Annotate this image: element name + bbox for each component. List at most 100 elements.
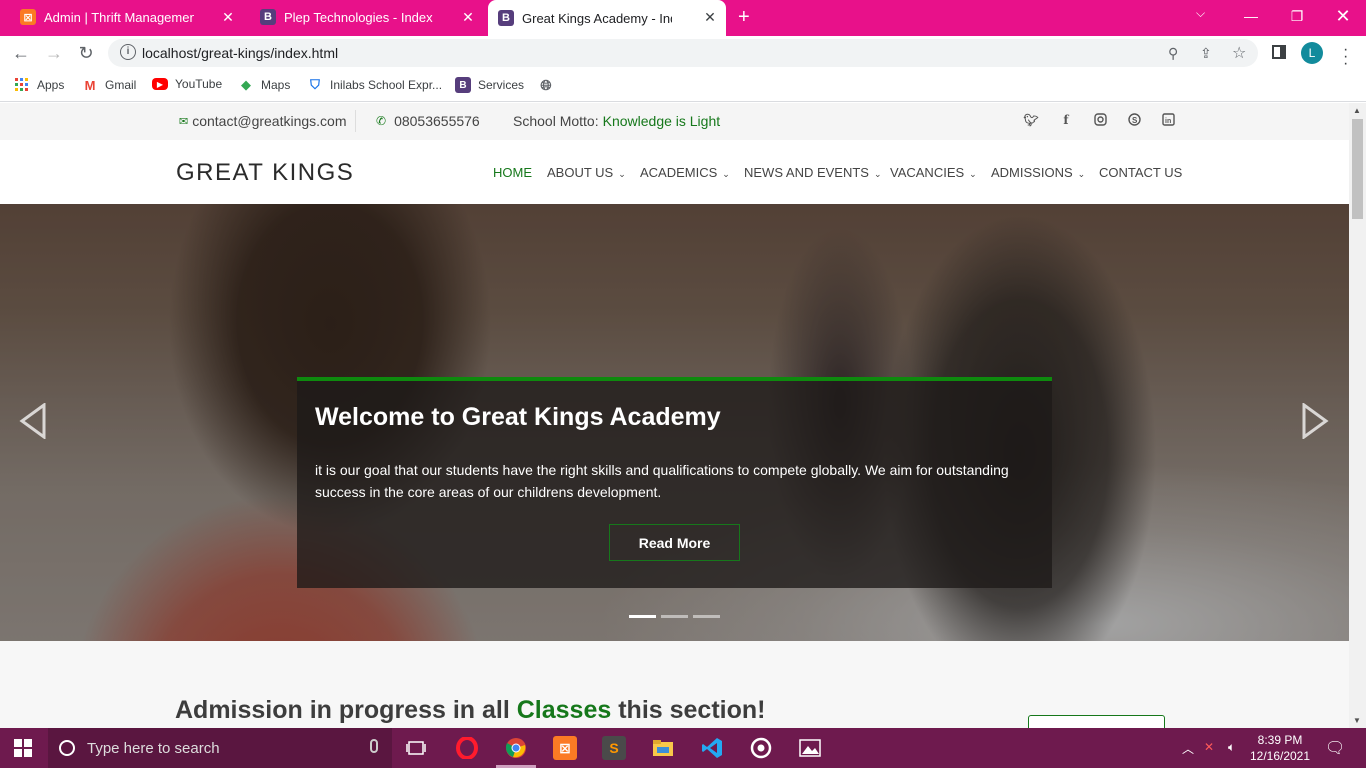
notifications-icon[interactable]: 🗨︎ xyxy=(1325,738,1345,758)
admission-text-highlight: Classes xyxy=(516,696,612,724)
nav-academics[interactable]: ACADEMICS ⌄ xyxy=(640,165,730,180)
nav-label: VACANCIES xyxy=(890,165,965,180)
window-controls: — ❐ ✕ xyxy=(1228,0,1366,32)
photos-icon[interactable] xyxy=(798,736,822,760)
restore-icon[interactable]: ❐ xyxy=(1274,0,1320,32)
opera-icon[interactable] xyxy=(455,736,479,760)
kebab-menu-icon[interactable]: · · · xyxy=(1343,42,1348,72)
carousel-indicator[interactable] xyxy=(693,615,720,618)
bookmark-label: YouTube xyxy=(175,77,223,91)
taskbar-search[interactable]: Type here to search xyxy=(48,728,392,768)
nav-home[interactable]: HOME xyxy=(493,165,532,180)
xampp-icon[interactable]: ⊠ xyxy=(553,736,577,760)
bookmark-youtube[interactable]: ▶ YouTube xyxy=(152,77,222,91)
maps-icon: ◆ xyxy=(241,77,251,92)
microphone-icon[interactable] xyxy=(370,739,378,753)
site-logo[interactable]: GREAT KINGS xyxy=(176,159,354,187)
bookmark-apps[interactable]: Apps xyxy=(14,77,64,93)
nav-label: ABOUT US xyxy=(547,165,614,180)
site-info-icon[interactable]: i xyxy=(120,44,136,60)
forward-arrow-icon[interactable]: → xyxy=(43,42,65,64)
network-disconnected-icon[interactable]: ✕ xyxy=(1204,740,1214,754)
bookmark-star-icon[interactable]: ☆ xyxy=(1232,43,1246,63)
new-tab-button[interactable]: + xyxy=(738,6,750,29)
bookmark-label: Services xyxy=(478,78,525,92)
close-icon[interactable]: ✕ xyxy=(460,9,476,26)
bookmark-label: Inilabs School Expr... xyxy=(330,78,443,92)
admission-heading: Admission in progress in all Classes thi… xyxy=(175,696,765,725)
bookmark-maps[interactable]: ◆ Maps xyxy=(238,77,290,93)
linkedin-icon[interactable]: in xyxy=(1160,113,1176,129)
carousel-next-icon[interactable] xyxy=(1300,403,1330,439)
instagram-icon[interactable] xyxy=(1092,113,1108,129)
chevron-down-icon: ⌄ xyxy=(873,169,882,179)
bookmark-inilabs[interactable]: ⛉ Inilabs School Expr... xyxy=(307,77,442,93)
bookmark-label: Apps xyxy=(37,78,65,92)
top-info-bar: ✉ contact@greatkings.com ✆ 08053655576 S… xyxy=(0,103,1349,140)
close-window-icon[interactable]: ✕ xyxy=(1320,0,1366,32)
nav-admissions[interactable]: ADMISSIONS ⌄ xyxy=(991,165,1085,180)
contact-phone[interactable]: ✆ 08053655576 xyxy=(376,113,480,129)
bookmark-services[interactable]: B Services xyxy=(455,77,524,93)
taskbar-clock[interactable]: 8:39 PM 12/16/2021 xyxy=(1248,732,1312,764)
bookmark-globe[interactable]: 🌐︎ xyxy=(538,77,561,93)
tab-great-kings[interactable]: B Great Kings Academy - Index ✕ xyxy=(488,0,726,36)
app-circle-icon[interactable] xyxy=(749,736,773,760)
main-navigation: GREAT KINGS HOME ABOUT US ⌄ ACADEMICS ⌄ NE… xyxy=(0,140,1349,204)
chevron-down-icon: ⌄ xyxy=(618,169,626,179)
carousel-prev-icon[interactable] xyxy=(18,403,48,439)
tab-plep-technologies[interactable]: B Plep Technologies - Index ✕ xyxy=(248,0,484,34)
side-panel-icon[interactable] xyxy=(1272,45,1286,59)
scrollbar-thumb[interactable] xyxy=(1352,119,1363,219)
facebook-icon[interactable]: f xyxy=(1058,113,1074,127)
contact-email[interactable]: ✉ contact@greatkings.com xyxy=(179,113,347,129)
sublime-text-icon[interactable]: S xyxy=(602,736,626,760)
scroll-down-icon[interactable]: ▼ xyxy=(1353,716,1361,725)
shield-icon: ⛉ xyxy=(310,77,320,92)
bootstrap-icon: B xyxy=(260,9,276,25)
file-explorer-icon[interactable] xyxy=(651,736,675,760)
tab-title: Great Kings Academy - Index xyxy=(522,10,672,26)
bootstrap-icon: B xyxy=(455,77,471,93)
skype-icon[interactable]: S xyxy=(1126,113,1142,129)
read-more-button[interactable]: Read More xyxy=(609,524,740,561)
admission-button[interactable] xyxy=(1028,715,1165,728)
close-icon[interactable]: ✕ xyxy=(702,9,718,26)
tab-search-chevron-icon[interactable]: ⌵ xyxy=(1196,6,1205,21)
profile-avatar[interactable]: L xyxy=(1301,42,1323,64)
nav-label: ADMISSIONS xyxy=(991,165,1073,180)
search-placeholder: Type here to search xyxy=(87,739,220,757)
nav-about-us[interactable]: ABOUT US ⌄ xyxy=(547,165,626,180)
address-toolbar: ← → ↻ i localhost/great-kings/index.html… xyxy=(0,36,1366,72)
bookmark-gmail[interactable]: M Gmail xyxy=(82,77,137,93)
nav-vacancies[interactable]: VACANCIES ⌄ xyxy=(890,165,977,180)
url-text[interactable]: localhost/great-kings/index.html xyxy=(142,45,338,61)
carousel-indicator[interactable] xyxy=(661,615,688,618)
back-arrow-icon[interactable]: ← xyxy=(10,42,32,64)
windows-start-icon[interactable] xyxy=(14,739,32,757)
twitter-icon[interactable]: 🐦︎ xyxy=(1023,113,1039,127)
volume-icon[interactable]: 🔈︎ xyxy=(1228,740,1235,755)
svg-text:in: in xyxy=(1165,118,1171,125)
vscode-icon[interactable] xyxy=(700,736,724,760)
svg-text:S: S xyxy=(1132,116,1138,125)
task-view-icon[interactable] xyxy=(404,736,428,760)
share-icon[interactable]: ⇪ xyxy=(1200,45,1212,62)
omnibox[interactable]: i localhost/great-kings/index.html ⚲ ⇪ ☆ xyxy=(108,39,1258,67)
page-scrollbar[interactable]: ▲ ▼ xyxy=(1349,103,1366,728)
zoom-icon[interactable]: ⚲ xyxy=(1168,45,1178,62)
chrome-icon[interactable] xyxy=(504,736,528,760)
email-text[interactable]: contact@greatkings.com xyxy=(192,113,346,129)
tab-admin-thrift[interactable]: ⊠ Admin | Thrift Management Syste ✕ xyxy=(8,0,244,34)
reload-icon[interactable]: ↻ xyxy=(75,42,97,64)
minimize-icon[interactable]: — xyxy=(1228,0,1274,32)
close-icon[interactable]: ✕ xyxy=(220,9,236,26)
scroll-up-icon[interactable]: ▲ xyxy=(1353,106,1361,115)
admission-text-pre: Admission in progress in all xyxy=(175,696,510,724)
phone-text[interactable]: 08053655576 xyxy=(394,113,480,129)
tray-chevron-icon[interactable]: ︿ xyxy=(1182,740,1194,757)
nav-contact-us[interactable]: CONTACT US xyxy=(1099,165,1182,180)
carousel-indicator[interactable] xyxy=(629,615,656,618)
gmail-icon: M xyxy=(84,77,96,93)
nav-news-and-events[interactable]: NEWS AND EVENTS ⌄ xyxy=(744,165,882,180)
